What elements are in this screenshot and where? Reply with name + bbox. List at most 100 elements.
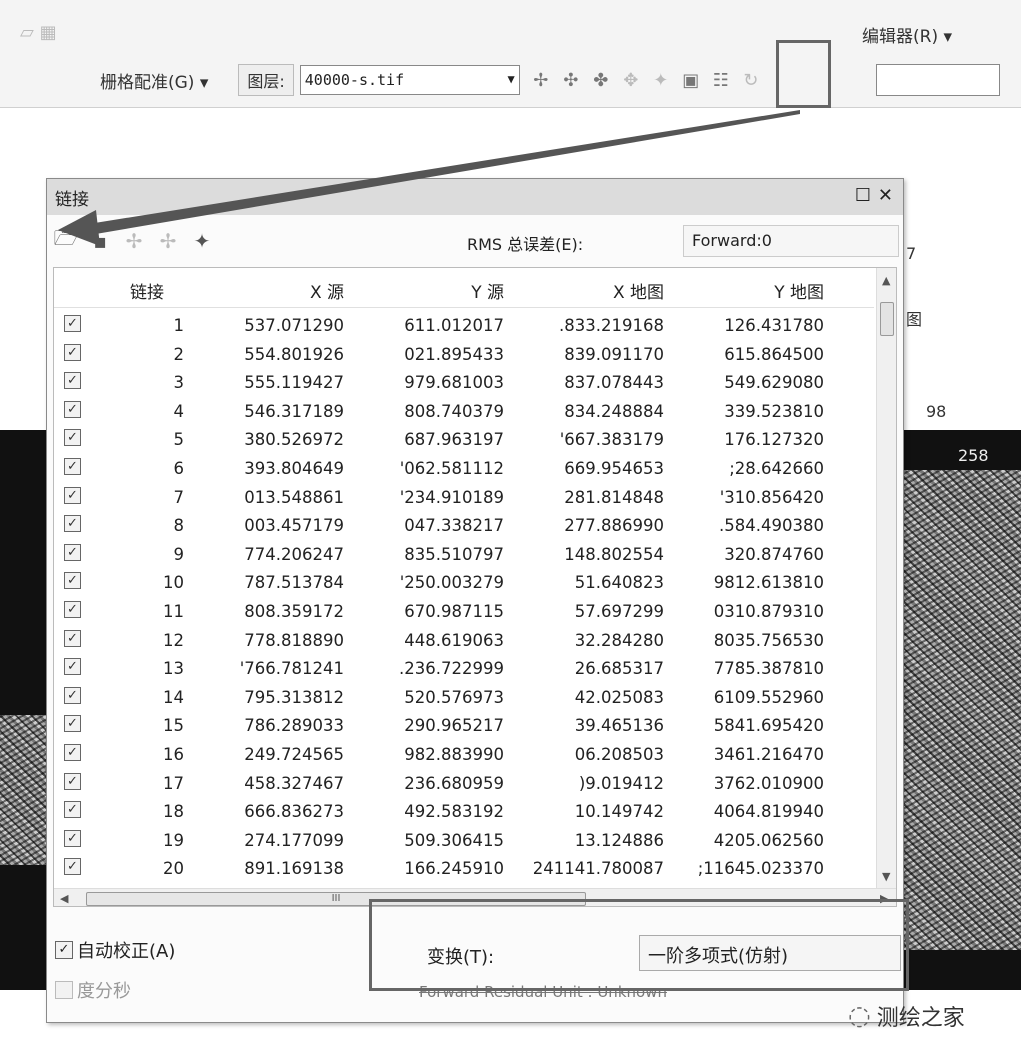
cell-y-src[interactable]: .236.722999 (364, 659, 504, 678)
cell-x-src[interactable]: 380.526972 (204, 430, 344, 449)
cell-x-src[interactable]: 787.513784 (204, 573, 344, 592)
cell-y-map[interactable]: 9812.613810 (684, 573, 824, 592)
cell-no[interactable]: 16 (124, 745, 184, 764)
cell-y-src[interactable]: 520.576973 (364, 688, 504, 707)
delete-link-icon[interactable]: ✢ (119, 229, 149, 253)
cell-y-src[interactable]: 687.963197 (364, 430, 504, 449)
vertical-scroll-thumb[interactable] (880, 302, 894, 336)
table-row[interactable]: ✓ 11 808.359172 670.987115 57.697299 0310.879… (54, 598, 874, 627)
table-row[interactable]: ✓ 15 786.289033 290.965217 39.465136 5841.695… (54, 712, 874, 741)
table-row[interactable]: ✓ 12 778.818890 448.619063 32.284280 8035.756… (54, 627, 874, 656)
column-header-y-source[interactable]: Y 源 (384, 278, 504, 303)
cell-x-map[interactable]: 669.954653 (524, 459, 664, 478)
cell-x-map[interactable]: 13.124886 (524, 831, 664, 850)
auto-registration-icon[interactable]: ✦ (648, 67, 674, 93)
cell-x-map[interactable]: )9.019412 (524, 774, 664, 793)
column-header-x-map[interactable]: X 地图 (544, 278, 664, 303)
table-row[interactable]: ✓ 17 458.327467 236.680959)9.019412 3762.010… (54, 770, 874, 799)
add-control-points-icon[interactable]: ✢ (528, 67, 554, 93)
dialog-titlebar[interactable]: 链接 ☐ ✕ (47, 179, 903, 215)
table-row[interactable]: ✓ 16 249.724565 982.883990 06.208503 3461.216… (54, 741, 874, 770)
dms-option[interactable]: 度分秒 (55, 977, 131, 1003)
cell-y-src[interactable]: 047.338217 (364, 516, 504, 535)
cell-x-src[interactable]: 274.177099 (204, 831, 344, 850)
cell-x-src[interactable]: 249.724565 (204, 745, 344, 764)
editor-menu[interactable]: 编辑器(R) ▾ (862, 22, 952, 47)
table-row[interactable]: ✓ 1 537.071290 611.012017 .833.219168 126.431… (54, 312, 874, 341)
cell-x-map[interactable]: 834.248884 (524, 402, 664, 421)
cell-x-src[interactable]: 786.289033 (204, 716, 344, 735)
cell-x-map[interactable]: '667.383179 (524, 430, 664, 449)
dms-checkbox[interactable] (55, 981, 73, 999)
table-row[interactable]: ✓ 18 666.836273 492.583192 10.149742 4064.819… (54, 798, 874, 827)
cell-x-map[interactable]: 06.208503 (524, 745, 664, 764)
table-row[interactable]: ✓ 6 393.804649 '062.581112 669.954653 ;28.642… (54, 455, 874, 484)
cell-y-map[interactable]: 3762.010900 (684, 774, 824, 793)
cell-no[interactable]: 20 (124, 859, 184, 878)
cell-y-src[interactable]: 290.965217 (364, 716, 504, 735)
column-header-link[interactable]: 链接 (114, 278, 180, 303)
cell-x-src[interactable]: 666.836273 (204, 802, 344, 821)
row-checkbox[interactable]: ✓ (64, 343, 81, 361)
row-checkbox[interactable]: ✓ (64, 400, 81, 418)
row-checkbox[interactable]: ✓ (64, 801, 81, 819)
viewer-icon[interactable]: ▣ (678, 67, 704, 93)
cell-x-map[interactable]: 57.697299 (524, 602, 664, 621)
table-row[interactable]: ✓ 19 274.177099 509.306415 13.124886 4205.062… (54, 827, 874, 856)
link-table-icon[interactable]: ☷ (708, 67, 734, 93)
row-checkbox[interactable]: ✓ (64, 515, 81, 533)
cell-x-src[interactable]: 537.071290 (204, 316, 344, 335)
cell-y-src[interactable]: 492.583192 (364, 802, 504, 821)
row-checkbox[interactable]: ✓ (64, 486, 81, 504)
maximize-icon[interactable]: ☐ (855, 185, 871, 206)
table-row[interactable]: ✓ 8 003.457179 047.338217 277.886990 .584.490… (54, 512, 874, 541)
cell-no[interactable]: 1 (124, 316, 185, 335)
scroll-left-icon[interactable]: ◀ (60, 892, 68, 905)
cell-x-map[interactable]: 32.284280 (524, 631, 664, 650)
cell-no[interactable]: 19 (124, 831, 184, 850)
cell-x-src[interactable]: 003.457179 (204, 516, 344, 535)
scroll-down-icon[interactable]: ▼ (882, 870, 890, 883)
cell-x-src[interactable]: 554.801926 (204, 345, 344, 364)
close-icon[interactable]: ✕ (878, 185, 893, 206)
row-checkbox[interactable]: ✓ (64, 686, 81, 704)
cell-y-src[interactable]: 611.012017 (364, 316, 504, 335)
cell-x-src[interactable]: 808.359172 (204, 602, 344, 621)
cell-y-map[interactable]: 6109.552960 (684, 688, 824, 707)
cell-x-src[interactable]: 891.169138 (204, 859, 344, 878)
cell-no[interactable]: 9 (124, 545, 185, 564)
cell-x-map[interactable]: 837.078443 (524, 373, 664, 392)
add-link-icon[interactable]: ✦ (187, 229, 217, 253)
auto-adjust-checkbox[interactable]: ✓ (55, 941, 73, 959)
cell-x-map[interactable]: 277.886990 (524, 516, 664, 535)
cell-x-src[interactable]: 774.206247 (204, 545, 344, 564)
cell-y-map[interactable]: 3461.216470 (684, 745, 824, 764)
cell-y-map[interactable]: 615.864500 (684, 345, 824, 364)
cell-no[interactable]: 7 (124, 488, 185, 507)
row-checkbox[interactable]: ✓ (64, 458, 81, 475)
cell-y-map[interactable]: 7785.387810 (684, 659, 824, 678)
cell-y-map[interactable]: 320.874760 (684, 545, 824, 564)
cell-y-map[interactable]: 4205.062560 (684, 831, 824, 850)
cell-y-map[interactable]: 0310.879310 (684, 602, 824, 621)
column-header-x-source[interactable]: X 源 (224, 278, 344, 303)
row-checkbox[interactable]: ✓ (64, 744, 81, 761)
cell-x-map[interactable]: 241141.780087 (524, 859, 664, 878)
row-checkbox[interactable]: ✓ (64, 858, 81, 876)
cell-x-map[interactable]: 26.685317 (524, 659, 664, 678)
cell-no[interactable]: 3 (124, 373, 185, 392)
cell-no[interactable]: 6 (124, 459, 185, 478)
table-row[interactable]: ✓ 5 380.526972 687.963197 '667.383179 176.127… (54, 426, 874, 455)
row-checkbox[interactable]: ✓ (64, 543, 81, 561)
cell-y-map[interactable]: 549.629080 (684, 373, 824, 392)
cell-no[interactable]: 2 (124, 345, 185, 364)
cell-no[interactable]: 18 (124, 802, 184, 821)
remove-all-links-icon[interactable]: ✢ (153, 229, 183, 253)
cell-y-map[interactable]: 176.127320 (684, 430, 824, 449)
save-icon[interactable]: ▪ (85, 229, 115, 253)
cell-y-src[interactable]: 166.245910 (364, 859, 504, 878)
cell-x-map[interactable]: 51.640823 (524, 573, 664, 592)
cell-no[interactable]: 12 (124, 631, 184, 650)
table-row[interactable]: ✓ 14 795.313812 520.576973 42.025083 6109.552… (54, 684, 874, 713)
cell-x-map[interactable]: 39.465136 (524, 716, 664, 735)
